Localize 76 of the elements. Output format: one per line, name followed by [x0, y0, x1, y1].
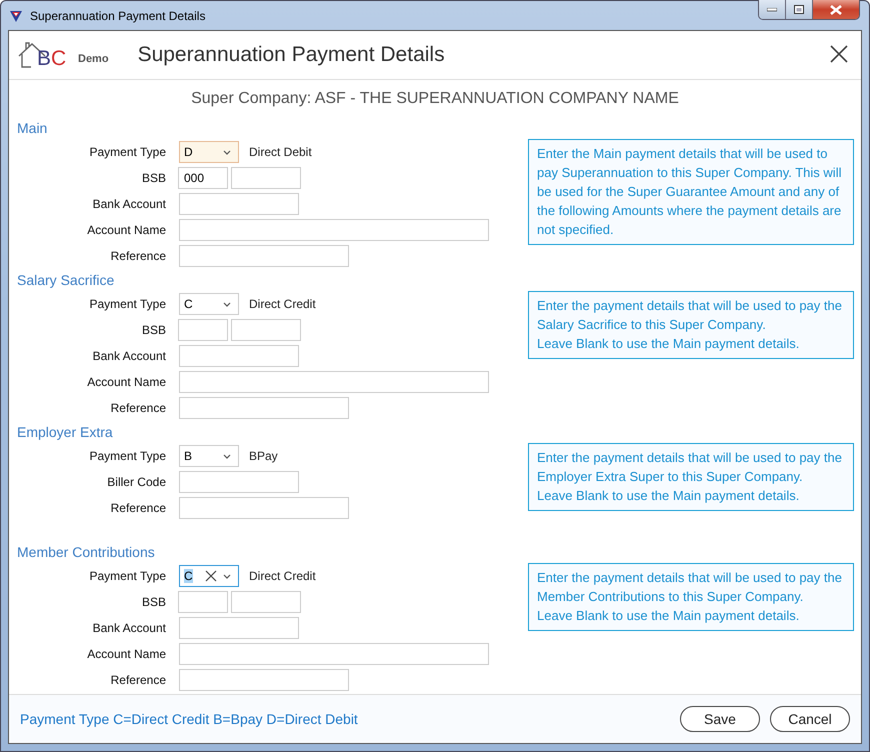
payment-type-description: BPay: [249, 449, 278, 463]
field-label: Reference: [110, 249, 166, 263]
app-icon: [9, 8, 23, 22]
window-title: Superannuation Payment Details: [30, 8, 206, 22]
company-name: Super Company: ASF - THE SUPERANNUATION COMPANY NAME: [190, 88, 680, 108]
text-field[interactable]: [179, 471, 299, 493]
payment-type-dropdown[interactable]: D: [179, 141, 239, 163]
section-heading: Member Contributions: [17, 543, 156, 562]
minimize-icon: [767, 8, 777, 12]
field-label: Biller Code: [106, 475, 166, 489]
field-label: Account Name: [86, 647, 166, 661]
legend-text: Payment Type C=Direct Credit B=Bpay D=Direct Debit: [20, 711, 358, 727]
text-field[interactable]: [179, 345, 299, 367]
text-field[interactable]: [179, 245, 349, 267]
dialog-title: Superannuation Payment Details: [138, 43, 445, 67]
text-field[interactable]: [179, 371, 489, 393]
caret-icon: [223, 302, 231, 306]
bsb-field[interactable]: [231, 319, 301, 341]
payment-type-dropdown[interactable]: B: [179, 445, 239, 467]
text-field[interactable]: [179, 669, 349, 691]
info-text: Leave Blank to use the Main payment details.: [537, 335, 800, 353]
maximize-button[interactable]: [786, 0, 813, 19]
field-label: Bank Account: [92, 197, 166, 211]
field-label: Account Name: [86, 223, 166, 237]
clear-icon: [205, 570, 217, 582]
text-field[interactable]: [179, 219, 489, 241]
text-field[interactable]: [179, 193, 299, 215]
info-text: Leave Blank to use the Main payment details.: [537, 487, 800, 505]
info-text: Enter the Main payment details that will be used to pay Superannuation to this Super Company. This will be used for the Super Guarantee Amount and any of the following Amounts where the payment details are not specified.: [537, 145, 842, 239]
edition-label: Demo: [78, 53, 109, 65]
text-field[interactable]: [179, 497, 349, 519]
text-field[interactable]: [179, 617, 299, 639]
payment-type-description: Direct Credit: [249, 297, 316, 311]
field-label: Payment Type: [88, 449, 166, 463]
field-label: Bank Account: [92, 621, 166, 635]
bsb-field[interactable]: [178, 591, 228, 613]
field-label: BSB: [140, 171, 166, 185]
section-heading: Employer Extra: [17, 423, 114, 442]
info-text: Enter the payment details that will be used to pay the Member Contributions to this Super Company.: [537, 569, 843, 606]
minimize-button[interactable]: [759, 0, 786, 19]
field-label: Payment Type: [88, 145, 166, 159]
payment-type-dropdown[interactable]: C: [179, 293, 239, 315]
field-label: Bank Account: [92, 349, 166, 363]
field-label: Reference: [110, 673, 166, 687]
close-icon: [830, 4, 842, 14]
dialog-button[interactable]: Save: [680, 706, 760, 732]
field-label: BSB: [140, 323, 166, 337]
bsb-field[interactable]: 000: [178, 167, 228, 189]
dialog-button[interactable]: Cancel: [770, 706, 850, 732]
info-text: Leave Blank to use the Main payment details.: [537, 607, 800, 625]
bsb-field[interactable]: [178, 319, 228, 341]
logo-text: BC: [37, 48, 66, 70]
bsb-field[interactable]: [231, 591, 301, 613]
field-label: Payment Type: [88, 297, 166, 311]
close-button[interactable]: [830, 45, 848, 63]
bsb-field[interactable]: [231, 167, 301, 189]
maximize-icon: [794, 5, 804, 14]
field-label: Reference: [110, 501, 166, 515]
text-field[interactable]: [179, 643, 489, 665]
field-label: Payment Type: [88, 569, 166, 583]
section-heading: Salary Sacrifice: [17, 271, 116, 290]
field-label: Account Name: [86, 375, 166, 389]
caret-icon: [223, 454, 231, 458]
payment-type-description: Direct Credit: [249, 569, 316, 583]
close-button[interactable]: [813, 0, 859, 19]
text-field[interactable]: [179, 397, 349, 419]
field-label: BSB: [140, 595, 166, 609]
caret-icon: [223, 150, 231, 154]
section-heading: Main: [17, 119, 48, 138]
caret-icon: [223, 574, 231, 578]
field-label: Reference: [110, 401, 166, 415]
payment-type-dropdown[interactable]: C: [179, 565, 239, 587]
payment-type-description: Direct Debit: [249, 145, 312, 159]
info-text: Enter the payment details that will be used to pay the Salary Sacrifice to this Super Company.: [537, 297, 843, 334]
info-text: Enter the payment details that will be used to pay the Employer Extra Super to this Super Company.: [537, 449, 843, 486]
close-icon: [830, 45, 848, 63]
